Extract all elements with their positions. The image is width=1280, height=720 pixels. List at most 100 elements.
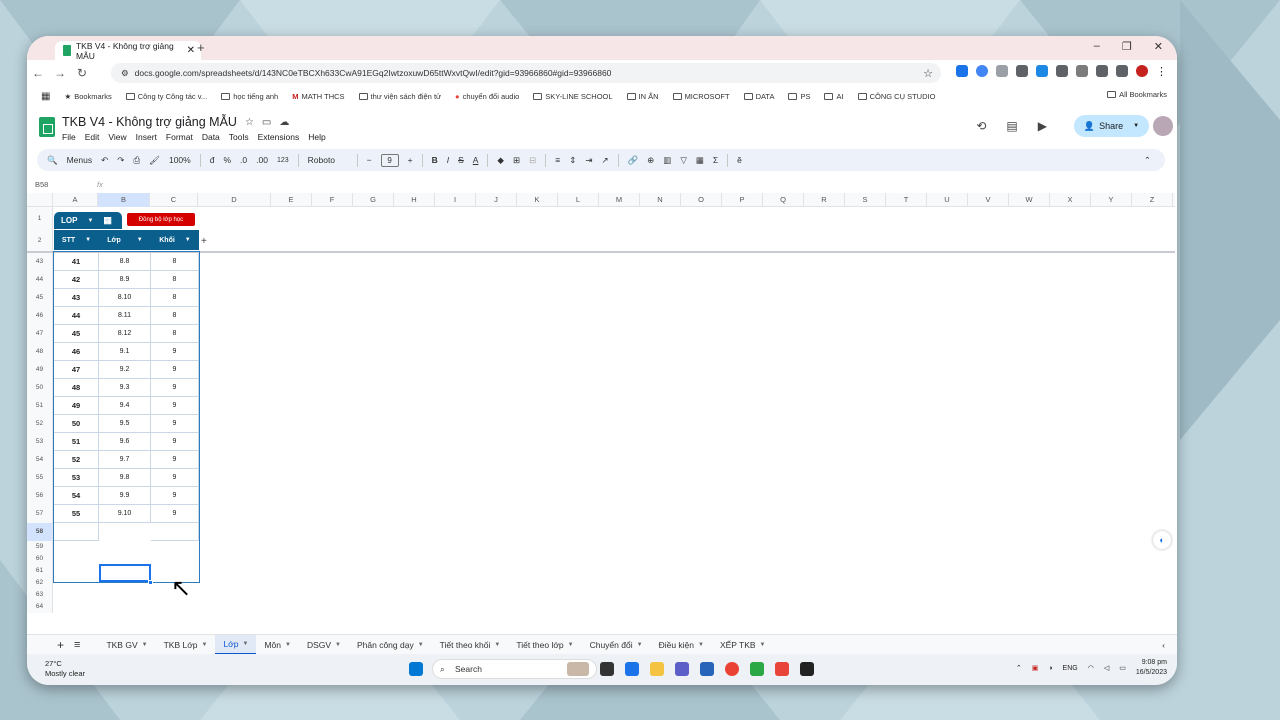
row-header[interactable]: 2 [27, 230, 53, 251]
extension-icon[interactable] [1076, 65, 1088, 77]
row-header[interactable]: 46 [27, 307, 53, 325]
add-sheet-icon[interactable]: + [27, 638, 74, 652]
chevron-down-icon[interactable]: ▼ [285, 642, 291, 648]
chevron-down-icon[interactable]: ▼ [698, 642, 704, 648]
decrease-decimal-button[interactable]: .0 [240, 155, 247, 165]
sheet-tab[interactable]: Phân công dạy ▼ [349, 635, 432, 655]
table-header-stt[interactable]: STT ▼ [54, 230, 99, 250]
collapse-toolbar-icon[interactable]: ⌃ [1144, 155, 1151, 166]
row-header[interactable]: 43 [27, 253, 53, 271]
insert-comment-icon[interactable]: ⊕ [647, 155, 654, 166]
filter-icon[interactable]: ▽ [680, 155, 687, 166]
store-icon[interactable] [700, 662, 714, 676]
chevron-down-icon[interactable]: ▼ [137, 237, 143, 243]
menu-help[interactable]: Help [308, 132, 325, 142]
weather-widget[interactable]: 27°C Mostly clear [45, 659, 85, 679]
text-rotation-icon[interactable]: ↗ [601, 155, 608, 166]
column-header[interactable]: L [558, 193, 599, 207]
chevron-down-icon[interactable]: ▼ [202, 642, 208, 648]
sheet-tab[interactable]: Tiết theo lớp ▼ [508, 635, 581, 655]
all-bookmarks[interactable]: All Bookmarks [1107, 90, 1167, 99]
row-header[interactable]: 58 [27, 523, 53, 541]
back-icon[interactable]: ← [27, 66, 49, 80]
all-sheets-icon[interactable]: ≡ [74, 639, 90, 651]
sheet-tab[interactable]: Tiết theo khối ▼ [432, 635, 509, 655]
align-horizontal-icon[interactable]: ≡ [555, 155, 560, 165]
bookmark-item[interactable]: CÔNG CỤ STUDIO [857, 92, 935, 101]
bookmark-item[interactable]: ● chuyển đổi audio [455, 92, 519, 101]
chevron-down-icon[interactable]: ▼ [1133, 123, 1139, 129]
add-column-icon[interactable]: + [201, 236, 207, 247]
bookmark-item[interactable]: IN ẤN [626, 92, 659, 101]
extension-icon[interactable] [1056, 65, 1068, 77]
column-header[interactable]: V [968, 193, 1009, 207]
volume-icon[interactable]: ◁ [1104, 664, 1109, 672]
row-header[interactable]: 47 [27, 325, 53, 343]
italic-icon[interactable]: I [447, 155, 449, 165]
spreadsheet-grid[interactable]: ABCDEFGHIJKLMNOPQRSTUVWXYZ 1 2 43 44 45 46 47 4… [27, 193, 1175, 633]
row-header[interactable]: 45 [27, 289, 53, 307]
comment-icon[interactable]: ▤ [1006, 119, 1017, 133]
sheet-tab[interactable]: Điều kiện ▼ [651, 635, 712, 655]
bookmark-item[interactable]: MICROSOFT [672, 92, 730, 101]
column-header[interactable]: Q [763, 193, 804, 207]
chevron-down-icon[interactable]: ▼ [335, 642, 341, 648]
column-header[interactable]: W [1009, 193, 1050, 207]
table-header-lop[interactable]: Lớp ▼ [99, 230, 151, 250]
column-header[interactable]: U [927, 193, 968, 207]
row-header[interactable]: 56 [27, 487, 53, 505]
extension-icon[interactable] [996, 65, 1008, 77]
column-header[interactable]: P [722, 193, 763, 207]
fill-handle[interactable] [148, 580, 153, 585]
increase-decimal-button[interactable]: .00 [256, 155, 268, 165]
column-header[interactable]: S [845, 193, 886, 207]
column-header[interactable]: C [150, 193, 198, 207]
url-input[interactable]: ⚙ docs.google.com/spreadsheets/d/143NC0e… [111, 63, 941, 83]
font-select[interactable]: Roboto [308, 155, 348, 165]
widget-icon[interactable] [567, 662, 589, 676]
chevron-down-icon[interactable]: ▼ [242, 641, 248, 647]
table-header-khoi[interactable]: Khối ▼ [151, 230, 199, 250]
task-view-icon[interactable] [600, 662, 614, 676]
extension-icon[interactable] [976, 65, 988, 77]
table-icon[interactable]: ▦ [103, 215, 112, 226]
row-header[interactable]: 61 [27, 565, 53, 577]
chevron-down-icon[interactable]: ▼ [494, 642, 500, 648]
explore-icon[interactable]: ◐ [1153, 531, 1171, 549]
windows-start-icon[interactable] [409, 662, 423, 676]
insert-chart-icon[interactable]: ▥ [663, 155, 671, 166]
bookmark-item[interactable]: AI [824, 92, 844, 101]
chrome-icon[interactable] [725, 662, 739, 676]
menu-view[interactable]: View [108, 132, 126, 142]
new-tab-icon[interactable]: + [197, 40, 205, 55]
insert-link-icon[interactable]: 🔗 [628, 155, 639, 166]
avatar[interactable] [1153, 116, 1173, 136]
share-button[interactable]: 👤 Share ▼ [1074, 115, 1149, 137]
sheet-tab[interactable]: Môn ▼ [256, 635, 299, 655]
column-header[interactable]: H [394, 193, 435, 207]
column-header[interactable]: J [476, 193, 517, 207]
teams-icon[interactable] [675, 662, 689, 676]
row-header[interactable]: 55 [27, 469, 53, 487]
app-icon[interactable] [775, 662, 789, 676]
currency-button[interactable]: đ [210, 155, 215, 165]
profile-icon[interactable] [1136, 65, 1148, 77]
bold-icon[interactable]: B [432, 155, 438, 165]
font-size-decrease-icon[interactable]: − [367, 155, 372, 165]
move-folder-icon[interactable]: ▭ [262, 117, 271, 128]
column-header[interactable]: G [353, 193, 394, 207]
row-header[interactable]: 64 [27, 601, 53, 613]
scroll-tabs-icon[interactable]: ‹ [1162, 640, 1165, 650]
undo-icon[interactable]: ↶ [101, 155, 108, 166]
history-icon[interactable]: ⟲ [976, 119, 986, 133]
column-header[interactable]: M [599, 193, 640, 207]
chevron-up-icon[interactable]: ⌃ [1016, 664, 1022, 672]
puzzle-icon[interactable] [1096, 65, 1108, 77]
font-size-input[interactable]: 9 [380, 153, 399, 167]
select-all-corner[interactable] [27, 193, 53, 207]
reading-list-icon[interactable] [1116, 65, 1128, 77]
column-header[interactable]: R [804, 193, 845, 207]
close-window-icon[interactable]: ✕ [1154, 40, 1163, 53]
text-wrap-icon[interactable]: ⇥ [585, 155, 592, 166]
chevron-down-icon[interactable]: ▼ [185, 237, 191, 243]
